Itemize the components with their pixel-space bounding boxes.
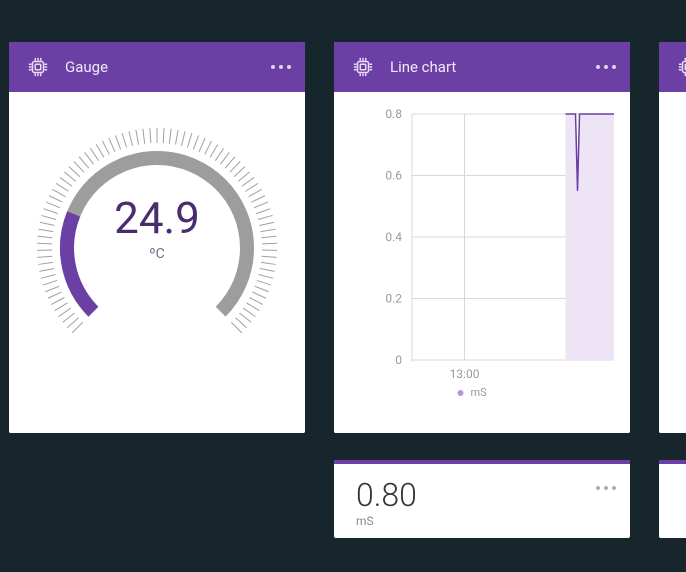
- svg-text:mS: mS: [471, 386, 488, 399]
- chip-icon: [677, 56, 686, 78]
- card-header: [659, 42, 686, 92]
- line-chart-display: 0 0.2 0.4 0.6 0.8 13:00 mS: [334, 92, 630, 433]
- svg-text:13:00: 13:00: [450, 367, 480, 381]
- card-header: Line chart: [334, 42, 630, 92]
- gauge-body: 24.9 ºC: [9, 92, 305, 433]
- more-icon[interactable]: [271, 65, 291, 69]
- chip-icon: [27, 56, 49, 78]
- more-icon[interactable]: [596, 65, 616, 69]
- svg-text:0.2: 0.2: [385, 292, 402, 306]
- gauge-card: Gauge 24.9 ºC: [9, 42, 305, 433]
- card-header: Gauge: [9, 42, 305, 92]
- gauge-unit: ºC: [9, 246, 305, 262]
- svg-text:0.4: 0.4: [385, 230, 402, 244]
- value-card: 0.80 mS: [334, 460, 630, 538]
- value-number: 0.80: [356, 476, 608, 514]
- card-title: Gauge: [65, 58, 108, 76]
- line-chart-card: Line chart 0 0.2 0.4 0.6 0.8 13:00 mS: [334, 42, 630, 433]
- value-unit: mS: [356, 514, 608, 528]
- partial-card-bottom-right: [659, 460, 686, 538]
- card-title: Line chart: [390, 58, 456, 76]
- svg-text:0: 0: [395, 353, 402, 367]
- gauge-value: 24.9: [9, 192, 305, 244]
- partial-card-right: [659, 42, 686, 433]
- svg-text:0.6: 0.6: [385, 169, 402, 183]
- svg-text:0.8: 0.8: [385, 107, 402, 121]
- chip-icon: [352, 56, 374, 78]
- more-icon[interactable]: [596, 486, 616, 490]
- line-chart-body: 0 0.2 0.4 0.6 0.8 13:00 mS: [334, 92, 630, 433]
